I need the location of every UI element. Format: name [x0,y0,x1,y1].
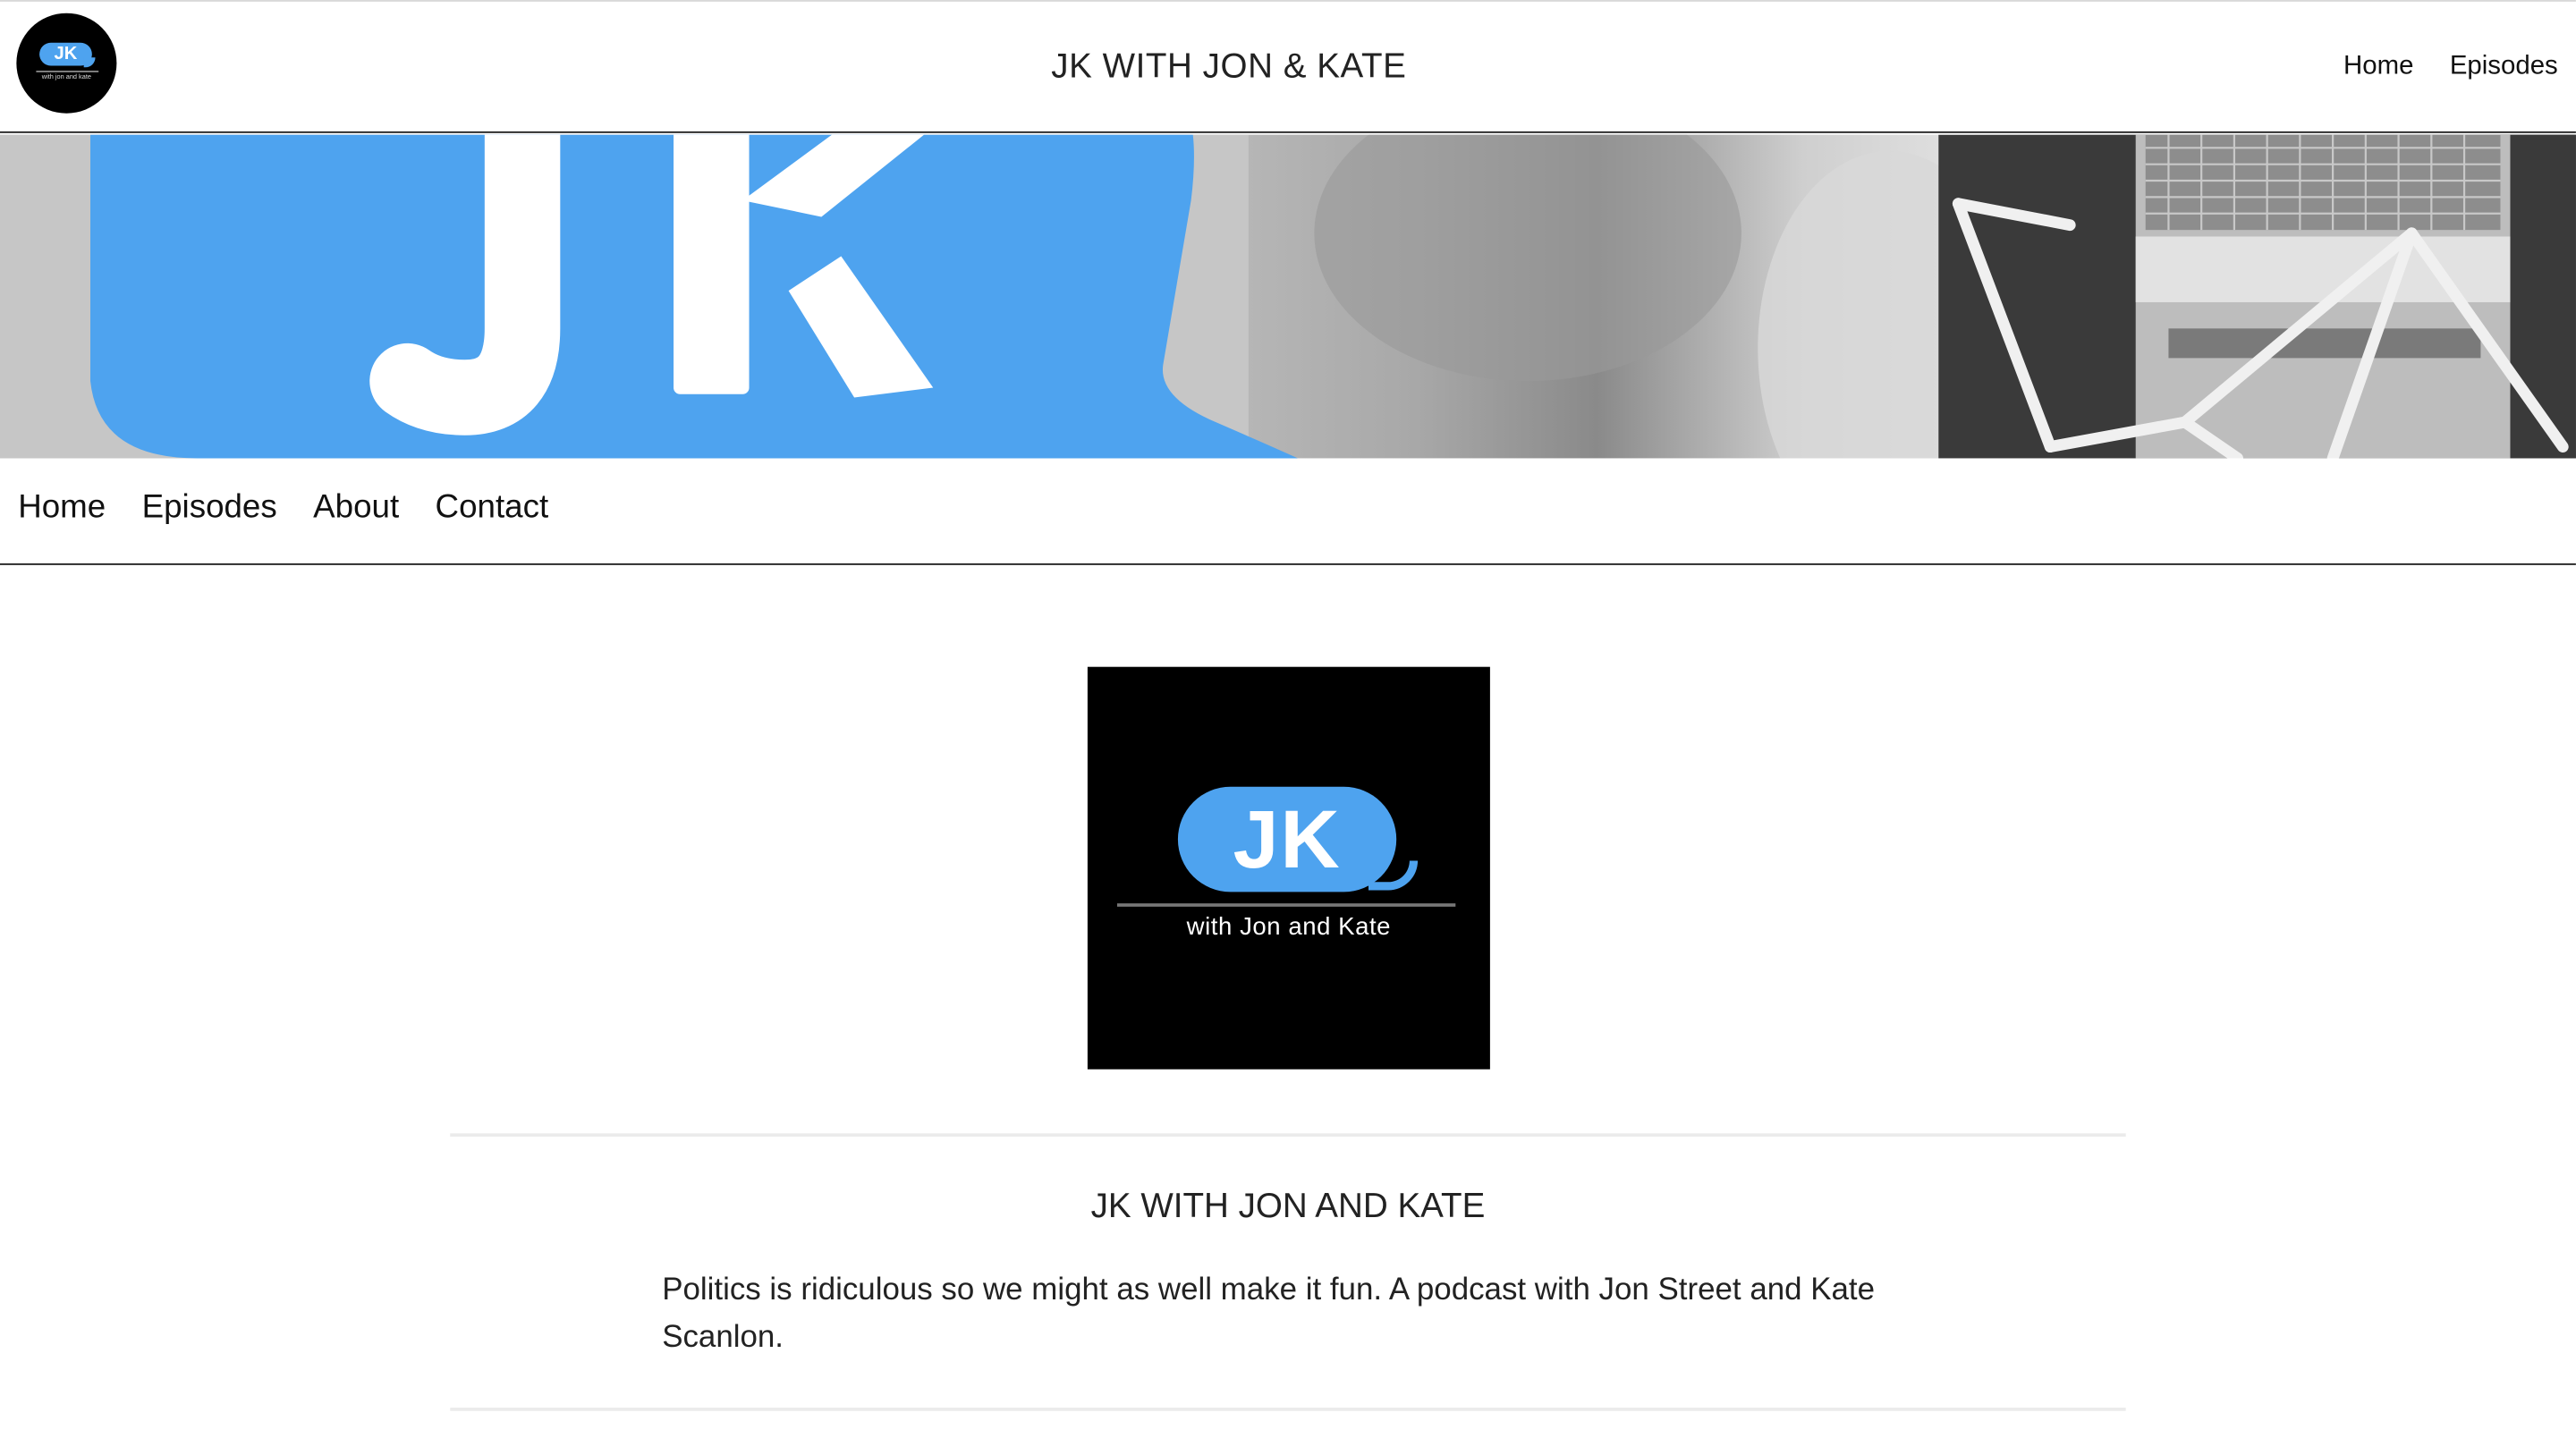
section-divider-bottom [450,1408,2126,1411]
main-nav-contact-link[interactable]: Contact [436,489,549,527]
section-divider-top [450,1133,2126,1137]
site-title[interactable]: JK WITH JON & KATE [0,47,2458,87]
main-nav-episodes-link[interactable]: Episodes [142,489,277,527]
cover-subtext: with Jon and Kate [1186,913,1392,942]
top-nav-home-link[interactable]: Home [2343,53,2413,82]
banner-jk-bubble [90,134,1298,459]
top-nav-episodes-link[interactable]: Episodes [2450,53,2558,82]
cover-logo-text: JK [1233,793,1342,885]
banner-artwork [0,134,2576,459]
main-nav: Home Episodes About Contact [18,489,548,527]
page: JK with jon and kate JK WITH JON & KATE … [0,0,2576,1437]
banner-image [0,134,2576,459]
podcast-description: Politics is ridiculous so we might as we… [662,1273,1876,1356]
top-bar: JK with jon and kate JK WITH JON & KATE … [0,0,2576,133]
nav-divider [0,563,2576,565]
podcast-title: JK WITH JON AND KATE [1090,1187,1486,1226]
main-nav-about-link[interactable]: About [313,489,399,527]
top-nav: Home Episodes [2343,53,2558,82]
main-nav-home-link[interactable]: Home [18,489,106,527]
podcast-cover-art[interactable]: JK with Jon and Kate [1087,666,1490,1070]
cover-divider [1116,903,1456,907]
